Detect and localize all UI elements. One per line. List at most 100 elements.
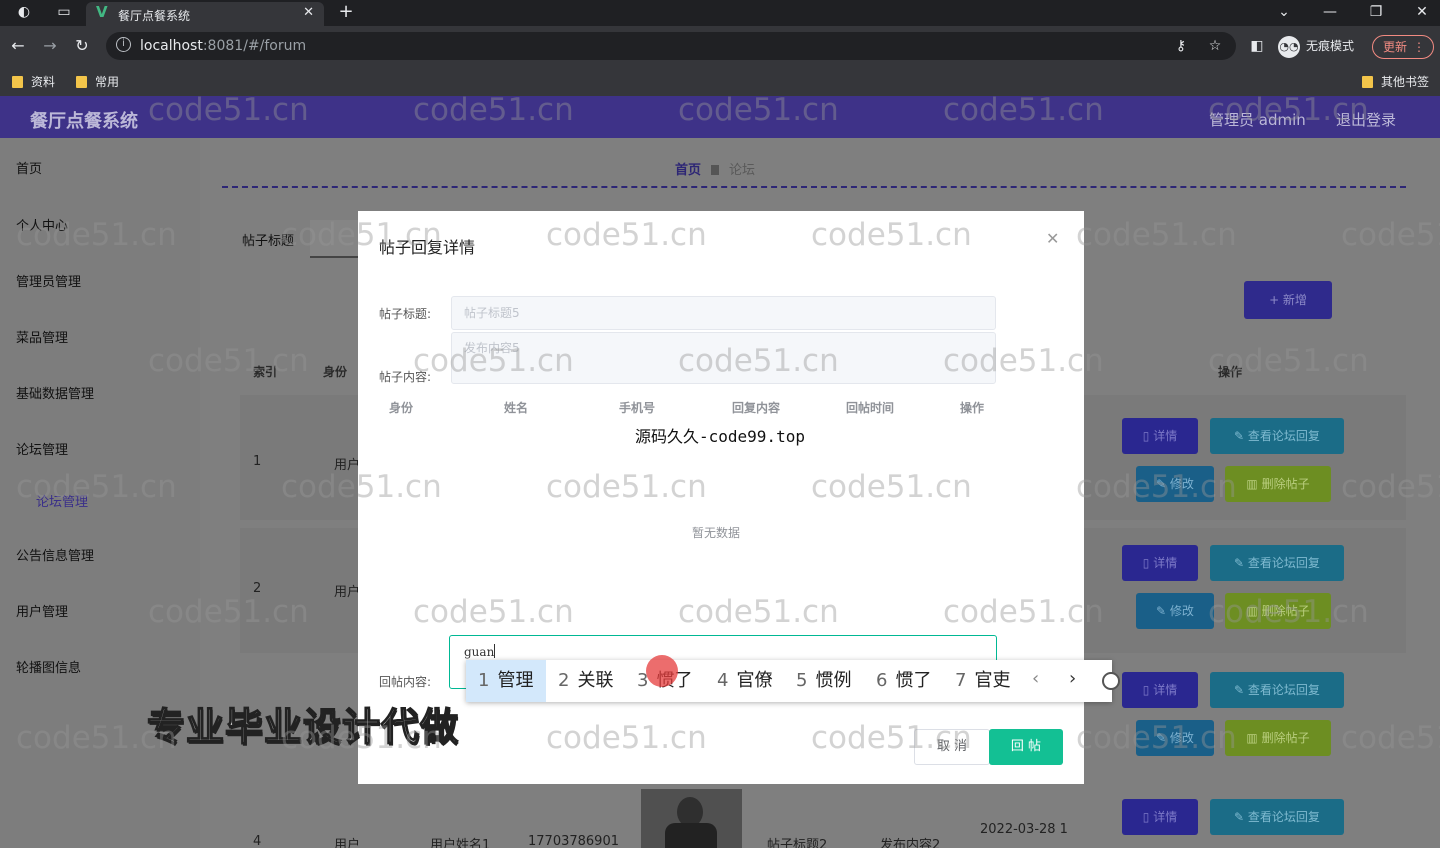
watermark: code51.cn <box>546 217 707 253</box>
ime-candidate-text: 官吏 <box>974 670 1011 691</box>
watermark: code51.cn <box>943 92 1104 128</box>
key-icon[interactable]: ⚷ <box>1170 34 1192 58</box>
sidebar-item-home[interactable]: 首页 <box>16 158 42 177</box>
forward-icon[interactable]: → <box>38 34 62 58</box>
sidebar-item-users[interactable]: 用户管理 <box>16 601 68 620</box>
url-path: :8081/#/forum <box>202 38 307 54</box>
breadcrumb: 首页 论坛 <box>675 159 755 178</box>
watermark: code51.cn <box>1208 594 1369 630</box>
reply-label: 回帖内容: <box>379 675 432 689</box>
detail-button[interactable]: ▯ 详情 <box>1122 672 1198 708</box>
sidebar-item-carousel[interactable]: 轮播图信息 <box>16 657 81 676</box>
back-icon[interactable]: ← <box>6 34 30 58</box>
star-icon[interactable]: ☆ <box>1204 34 1226 58</box>
detail-label: 详情 <box>1153 683 1178 697</box>
ime-candidate[interactable]: 4 官僚 <box>717 660 772 702</box>
ime-candidate-number: 1 <box>478 670 490 691</box>
sidepanel-icon[interactable]: ◧ <box>1246 34 1268 58</box>
watermark: code51.cn <box>281 469 442 505</box>
ime-candidate[interactable]: 5 惯例 <box>796 660 851 702</box>
post-title-field: 帖子标题5 <box>451 296 996 330</box>
url-input[interactable]: i localhost:8081/#/forum ⚷ ☆ <box>106 32 1236 60</box>
delete-post-button[interactable]: ▥ 删除帖子 <box>1225 466 1331 502</box>
sidebar-item-admins[interactable]: 管理员管理 <box>16 271 81 290</box>
empty-state: 暂无数据 <box>692 526 741 540</box>
watermark: code51.cn <box>546 469 707 505</box>
vue-logo-icon: V <box>96 3 108 21</box>
detail-button[interactable]: ▯ 详情 <box>1122 799 1198 835</box>
ime-candidate-text: 关联 <box>577 670 614 691</box>
other-bookmarks[interactable]: 其他书签 <box>1362 73 1429 90</box>
sidebar-item-notices[interactable]: 公告信息管理 <box>16 545 94 564</box>
row-name: 用户姓名1 <box>430 838 491 848</box>
ime-prev-page-icon[interactable]: ‹ <box>1032 668 1039 689</box>
watermark: code51.cn <box>1341 469 1440 505</box>
watermark: code51.cn <box>811 469 972 505</box>
bookmark-folder[interactable]: 资料 <box>12 73 55 90</box>
close-tab-icon[interactable]: ✕ <box>303 5 314 20</box>
info-icon[interactable]: i <box>116 37 131 52</box>
tab-search-icon[interactable]: ▭ <box>52 0 76 24</box>
browser-menu-icon[interactable]: ◐ <box>12 0 36 24</box>
row-post-title: 帖子标题2 <box>767 838 828 848</box>
ime-candidate-text: 惯例 <box>815 670 852 691</box>
app-title: 餐厅点餐系统 <box>30 111 138 132</box>
update-button[interactable]: 更新 ⋮ <box>1372 35 1434 59</box>
mouse-cursor-indicator <box>646 655 678 687</box>
folder-icon <box>1362 76 1373 88</box>
sidebar-item-forum[interactable]: 论坛管理 <box>16 439 68 458</box>
view-replies-button[interactable]: ✎ 查看论坛回复 <box>1210 672 1344 708</box>
url-host: localhost <box>140 38 203 54</box>
watermark: code51.cn <box>811 720 972 756</box>
view-replies-button[interactable]: ✎ 查看论坛回复 <box>1210 545 1344 581</box>
delete-post-button[interactable]: ▥ 删除帖子 <box>1225 720 1331 756</box>
view-replies-button[interactable]: ✎ 查看论坛回复 <box>1210 418 1344 454</box>
watermark: code51.cn <box>148 92 309 128</box>
ime-candidate[interactable]: 7 官吏 <box>955 660 1010 702</box>
ime-settings-icon[interactable] <box>1102 672 1120 690</box>
detail-label: 详情 <box>1153 429 1178 443</box>
reload-icon[interactable]: ↻ <box>70 34 94 58</box>
ime-candidate-text: 官僚 <box>736 670 773 691</box>
add-button[interactable]: + 新增 <box>1244 281 1332 319</box>
edit-button[interactable]: ✎ 修改 <box>1136 593 1214 629</box>
chevron-down-icon[interactable]: ⌄ <box>1272 0 1296 24</box>
detail-button[interactable]: ▯ 详情 <box>1122 545 1198 581</box>
browser-tab-bar: ◐ ▭ V 餐厅点餐系统 ✕ + ⌄ — ❐ ✕ <box>0 0 1440 26</box>
col-actions: 操作 <box>960 401 985 415</box>
ime-candidate[interactable]: 2 关联 <box>558 660 613 702</box>
close-window-icon[interactable]: ✕ <box>1410 0 1434 24</box>
sidebar-item-dishes[interactable]: 菜品管理 <box>16 327 68 346</box>
more-icon[interactable]: ⋮ <box>1413 36 1425 58</box>
ime-candidate-number: 4 <box>717 670 729 691</box>
watermark: code51.cn <box>1076 720 1237 756</box>
sidebar-item-basic-data[interactable]: 基础数据管理 <box>16 383 94 402</box>
restore-icon[interactable]: ❐ <box>1364 0 1388 24</box>
bookmark-folder[interactable]: 常用 <box>76 73 119 90</box>
col-reply-time: 回帖时间 <box>846 401 895 415</box>
bookmark-label: 资料 <box>31 75 56 89</box>
minimize-icon[interactable]: — <box>1318 0 1342 24</box>
ime-candidate[interactable]: 6 惯了 <box>876 660 931 702</box>
submit-reply-button[interactable]: 回 帖 <box>989 729 1063 765</box>
user-photo <box>641 789 742 848</box>
ime-next-page-icon[interactable]: › <box>1069 668 1076 689</box>
breadcrumb-home[interactable]: 首页 <box>675 163 701 178</box>
folder-icon <box>76 76 87 88</box>
bookmark-label: 其他书签 <box>1381 75 1430 89</box>
watermark: code51.cn <box>678 594 839 630</box>
incognito-icon: ◔◔ <box>1278 35 1300 58</box>
divider <box>222 186 1406 188</box>
ime-candidate[interactable]: 1 管理 <box>466 660 546 702</box>
col-phone: 手机号 <box>619 401 656 415</box>
new-tab-icon[interactable]: + <box>334 0 358 24</box>
close-icon[interactable]: ✕ <box>1046 229 1059 248</box>
watermark: code51.cn <box>1208 343 1369 379</box>
view-replies-button[interactable]: ✎ 查看论坛回复 <box>1210 799 1344 835</box>
detail-button[interactable]: ▯ 详情 <box>1122 418 1198 454</box>
watermark: code51.cn <box>811 217 972 253</box>
browser-tab[interactable]: V 餐厅点餐系统 ✕ <box>86 2 324 26</box>
watermark: code51.cn <box>678 343 839 379</box>
ime-candidate-number: 7 <box>955 670 967 691</box>
watermark: code51.cn <box>413 594 574 630</box>
